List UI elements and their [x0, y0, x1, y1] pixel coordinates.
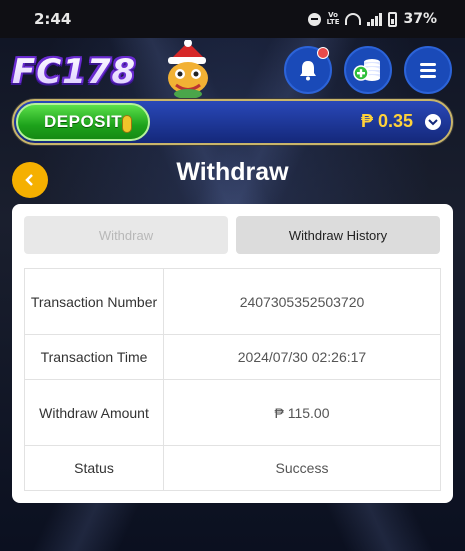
wifi-icon — [345, 13, 362, 25]
transaction-details-table: Transaction Number 2407305352503720 Tran… — [24, 268, 441, 491]
transaction-number-label: Transaction Number — [24, 268, 164, 335]
notifications-button[interactable] — [284, 46, 332, 94]
tab-withdraw-history[interactable]: Withdraw History — [236, 216, 440, 254]
network-type-icon: Vo LTE — [326, 11, 340, 26]
brand-logo[interactable]: FC178 — [12, 52, 136, 92]
coin-icon — [122, 115, 132, 133]
withdraw-card: Withdraw Withdraw History Transaction Nu… — [12, 204, 453, 503]
deposit-button[interactable]: DEPOSIT — [16, 103, 150, 141]
transaction-time-value: 2024/07/30 02:26:17 — [163, 334, 441, 380]
chevron-down-icon — [428, 119, 438, 126]
status-bar: 2:44 Vo LTE 37% — [0, 0, 465, 38]
app-header: FC178 — [0, 38, 465, 100]
table-row: Transaction Time 2024/07/30 02:26:17 — [24, 334, 441, 380]
withdraw-amount-value: ₱ 115.00 — [163, 379, 441, 446]
table-row: Status Success — [24, 445, 441, 491]
mascot-icon — [168, 40, 208, 99]
balance-bar: DEPOSIT ₱ 0.35 — [12, 99, 453, 145]
do-not-disturb-icon — [307, 12, 321, 26]
deposit-label: DEPOSIT — [44, 112, 123, 131]
add-funds-button[interactable] — [344, 46, 392, 94]
status-value: Success — [163, 445, 441, 491]
transaction-time-label: Transaction Time — [24, 334, 164, 380]
signal-icon — [367, 12, 383, 26]
notification-badge — [317, 47, 329, 59]
hamburger-icon — [420, 60, 436, 81]
transaction-number-value: 2407305352503720 — [163, 268, 441, 335]
status-icons: Vo LTE 37% — [307, 11, 437, 27]
wallet-balance: ₱ 0.35 — [360, 111, 413, 131]
battery-percent: 37% — [403, 11, 437, 27]
balance-dropdown-button[interactable] — [425, 114, 441, 130]
bell-icon — [300, 61, 316, 81]
status-label: Status — [24, 445, 164, 491]
tab-withdraw[interactable]: Withdraw — [24, 216, 228, 254]
battery-icon — [388, 11, 398, 27]
menu-button[interactable] — [404, 46, 452, 94]
table-row: Transaction Number 2407305352503720 — [24, 268, 441, 335]
page-title: Withdraw — [176, 158, 289, 186]
status-time: 2:44 — [34, 10, 72, 28]
withdraw-amount-label: Withdraw Amount — [24, 379, 164, 446]
coins-plus-icon — [353, 59, 380, 81]
table-row: Withdraw Amount ₱ 115.00 — [24, 379, 441, 446]
